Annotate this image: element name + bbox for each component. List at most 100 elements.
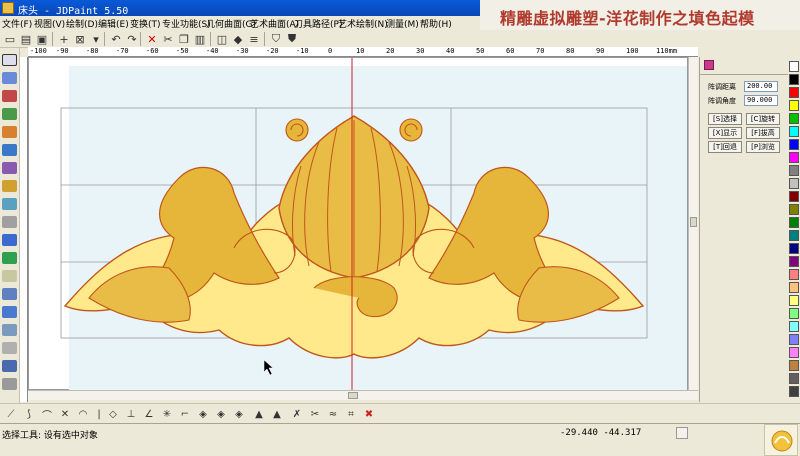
layers-icon[interactable]: ◫ (214, 31, 230, 47)
array-tool-icon[interactable]: ◈ (232, 407, 246, 421)
shield-icon[interactable]: ⛉ (268, 31, 284, 47)
blend-tool-icon[interactable]: ≈ (326, 407, 340, 421)
preview-button[interactable]: [P]浏览 (746, 141, 780, 153)
horizontal-scrollbar[interactable] (28, 390, 698, 400)
color-swatch[interactable] (789, 139, 799, 150)
tangent-tool-icon[interactable]: ∠ (142, 407, 156, 421)
vertical-scroll-thumb[interactable] (690, 217, 697, 227)
menu-art-draw[interactable]: 艺术绘制(N) (338, 17, 388, 30)
arc-tool-icon[interactable]: ◠ (76, 407, 90, 421)
fillet-tool-icon[interactable]: ⌐ (178, 407, 192, 421)
smooth-icon[interactable] (2, 198, 17, 210)
offset-tool-icon[interactable]: ◈ (196, 407, 210, 421)
menu-special[interactable]: 专业功能(S) (162, 17, 211, 30)
delete-icon[interactable]: ✕ (144, 31, 160, 47)
menu-art-surface[interactable]: 艺术曲面(A) (250, 17, 299, 30)
color-swatch[interactable] (789, 113, 799, 124)
rotate-button[interactable]: [C]旋转 (746, 113, 780, 125)
paste-icon[interactable]: ▥ (192, 31, 208, 47)
undo-button[interactable]: [T]回退 (708, 141, 742, 153)
fill-tool-icon[interactable]: ▲ (252, 407, 266, 421)
dropdown-icon[interactable]: ▾ (88, 31, 104, 47)
menu-edit[interactable]: 编辑(E) (98, 17, 129, 30)
color-swatch[interactable] (789, 165, 799, 176)
pen-icon[interactable] (2, 90, 17, 102)
menu-help[interactable]: 帮助(H) (420, 17, 452, 30)
eraser-icon[interactable] (2, 270, 17, 282)
spacing-input[interactable]: 200.00 (744, 81, 778, 92)
wave-icon[interactable] (2, 324, 17, 336)
target-icon[interactable] (2, 126, 17, 138)
menu-draw[interactable]: 绘制(D) (66, 17, 98, 30)
polyline-tool-icon[interactable]: ⟆ (22, 407, 36, 421)
color-swatch[interactable] (789, 100, 799, 111)
color-swatch[interactable] (789, 373, 799, 384)
fill-icon[interactable] (2, 144, 17, 156)
raise-button[interactable]: [F]拔高 (746, 127, 780, 139)
cut-tool-icon[interactable]: ✂ (308, 407, 322, 421)
line-tool-icon[interactable]: ⟋ (4, 407, 18, 421)
color-swatch[interactable] (789, 74, 799, 85)
color-swatch[interactable] (789, 178, 799, 189)
color-dropdown-icon[interactable]: ◆ (230, 31, 246, 47)
menu-measure[interactable]: 测量(M) (386, 17, 419, 30)
color-swatch[interactable] (789, 308, 799, 319)
new-file-icon[interactable]: ▭ (2, 31, 18, 47)
color-swatch[interactable] (789, 191, 799, 202)
mountain-icon[interactable] (2, 108, 17, 120)
select-tool-icon[interactable] (2, 54, 17, 66)
perpendicular-tool-icon[interactable]: ⊥ (124, 407, 138, 421)
shield-filled-icon[interactable]: ⛊ (284, 31, 300, 47)
color-swatch[interactable] (789, 126, 799, 137)
menu-toolpath[interactable]: 刀具路径(P) (294, 17, 342, 30)
crosshair-icon[interactable]: + (56, 31, 72, 47)
color-swatch[interactable] (789, 61, 799, 72)
color-swatch[interactable] (789, 152, 799, 163)
grid-icon[interactable] (2, 342, 17, 354)
color-swatch[interactable] (789, 243, 799, 254)
menu-transform[interactable]: 变换(T) (130, 17, 161, 30)
menu-file[interactable]: 文件(F) (2, 17, 32, 30)
color-swatch[interactable] (789, 360, 799, 371)
cut-icon[interactable]: ✂ (160, 31, 176, 47)
stamp-icon[interactable] (2, 180, 17, 192)
arrow-icon[interactable] (2, 306, 17, 318)
color-swatch[interactable] (789, 334, 799, 345)
menu-view[interactable]: 视图(V) (34, 17, 65, 30)
color-swatch[interactable] (789, 386, 799, 397)
color-swatch[interactable] (789, 256, 799, 267)
menu-geometry-surface[interactable]: 几何曲面(G) (206, 17, 256, 30)
color-swatch[interactable] (789, 230, 799, 241)
knife-icon[interactable] (2, 216, 17, 228)
close-tool-icon[interactable]: ✖ (362, 407, 376, 421)
copy-icon[interactable]: ❐ (176, 31, 192, 47)
color-swatch[interactable] (789, 347, 799, 358)
angle-input[interactable]: 90.000 (744, 95, 778, 106)
brush-icon[interactable] (2, 162, 17, 174)
color-swatch[interactable] (789, 204, 799, 215)
save-icon[interactable]: ▣ (34, 31, 50, 47)
trim-tool-icon[interactable]: ✕ (58, 407, 72, 421)
color-swatch[interactable] (789, 269, 799, 280)
sculpt-tool-icon[interactable]: ⌗ (344, 407, 358, 421)
redo-icon[interactable]: ↷ (124, 31, 140, 47)
select-button[interactable]: [S]选择 (708, 113, 742, 125)
zoom-box-icon[interactable]: ⊠ (72, 31, 88, 47)
funnel-icon[interactable] (2, 378, 17, 390)
paint-tool-icon[interactable]: ▲ (270, 407, 284, 421)
color-swatch[interactable] (789, 217, 799, 228)
color-swatch[interactable] (789, 87, 799, 98)
leaf-icon[interactable] (2, 252, 17, 264)
display-button[interactable]: [X]显示 (708, 127, 742, 139)
color-swatch[interactable] (789, 282, 799, 293)
drawing-canvas[interactable] (28, 57, 688, 391)
color-swatch[interactable] (789, 295, 799, 306)
snap-tool-icon[interactable]: ◇ (106, 407, 120, 421)
open-folder-icon[interactable]: ▤ (18, 31, 34, 47)
eraser-tool-icon[interactable]: ✗ (290, 407, 304, 421)
horizontal-scroll-thumb[interactable] (348, 392, 358, 399)
curve-tool-icon[interactable]: ⌒ (40, 407, 54, 422)
cube-icon[interactable] (2, 360, 17, 372)
color-swatch[interactable] (789, 321, 799, 332)
line-style-icon[interactable]: ≡ (246, 31, 262, 47)
